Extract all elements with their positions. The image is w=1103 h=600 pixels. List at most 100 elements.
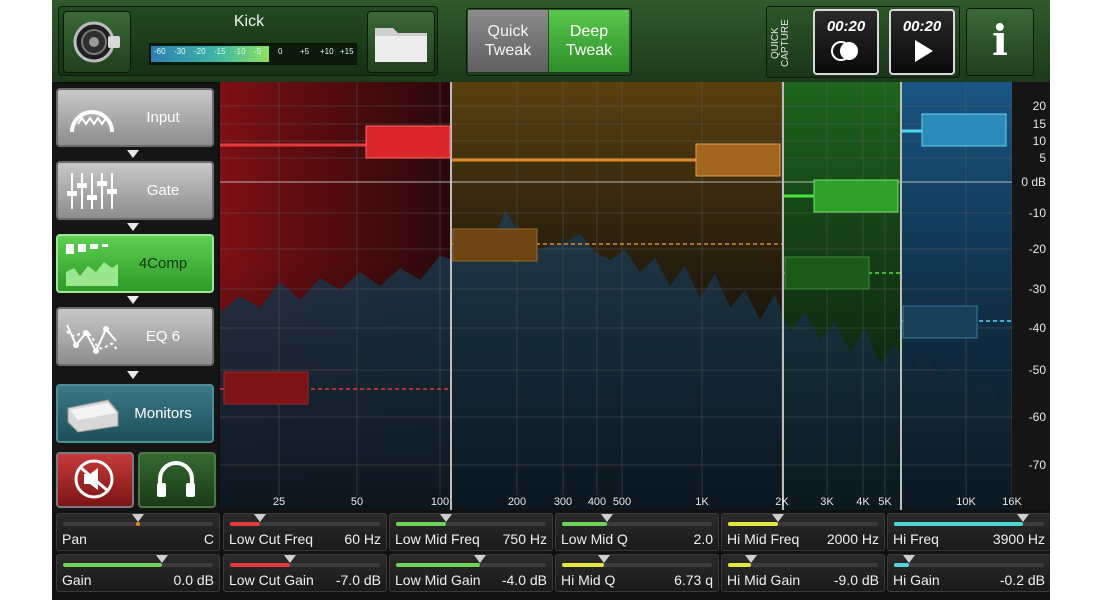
sidebar-item-input[interactable]: Input [56,88,214,147]
slider-thumb[interactable] [156,555,168,563]
gain-label: Gain [62,572,92,588]
hi-freq-label: Hi Freq [893,531,939,547]
slider-fill [63,563,162,567]
mute-button[interactable] [56,452,134,508]
pan-slider-track[interactable] [63,514,213,526]
gate-faders-icon [67,173,117,209]
db-tick-label: -70 [1029,458,1047,472]
hi-mid-q-slider-track[interactable] [562,555,712,567]
low-mid-q-control[interactable]: Low Mid Q 2.0 [555,513,719,551]
meter-scale-label: +15 [340,47,354,56]
slider-fill [562,563,604,567]
slider-thumb[interactable] [598,555,610,563]
slider-thumb[interactable] [132,514,144,522]
sidebar-item-label: EQ 6 [145,328,181,345]
hi-mid-q-value: 6.73 q [674,572,713,588]
hi-freq-handle[interactable] [921,113,1007,147]
eq-graph[interactable]: 20 15 10 5 0 dB -10 -20 -30 -40 -50 -60 -70 25 50 100… [220,82,1050,510]
hi-mid-freq-control[interactable]: Hi Mid Freq 2000 Hz [721,513,885,551]
chain-arrow-icon [127,296,139,304]
hi-mid-gain-control[interactable]: Hi Mid Gain -9.0 dB [721,554,885,592]
slider-thumb[interactable] [1017,514,1029,522]
low-mid-freq-value: 750 Hz [502,531,547,547]
hi-gain-control[interactable]: Hi Gain -0.2 dB [887,554,1050,592]
freq-tick-label: 300 [554,496,572,508]
gain-control[interactable]: Gain 0.0 dB [56,554,220,592]
meter-scale: -60 -30 -20 -15 -10 -5 0 +5 +10 +15 [150,47,356,61]
slider-thumb[interactable] [439,514,452,522]
freq-tick-label: 2K [775,496,789,508]
low-mid-freq-control[interactable]: Low Mid Freq 750 Hz [389,513,553,551]
slider-thumb[interactable] [744,555,757,563]
pan-label: Pan [62,531,87,547]
hi-freq-control[interactable]: Hi Freq 3900 Hz [887,513,1050,551]
low-mid-freq-slider-track[interactable] [396,514,546,526]
pan-control[interactable]: Pan C [56,513,220,551]
record-capture-icon [831,41,858,61]
quick-tweak-button[interactable]: Quick Tweak [468,10,548,72]
pan-value: C [203,531,214,547]
hi-mid-freq-value: 2000 Hz [826,531,879,547]
headphones-button[interactable] [138,452,216,508]
meter-scale-label: -10 [234,47,246,56]
sidebar-item-4comp[interactable]: 4Comp [56,234,214,293]
sidebar-item-label: Gate [146,182,180,199]
hi-mid-gain-value: -9.0 dB [833,572,879,588]
low-mid-q-handle[interactable] [452,228,538,262]
low-cut-freq-control[interactable]: Low Cut Freq 60 Hz [223,513,387,551]
input-level-meter: -60 -30 -20 -15 -10 -5 0 +5 +10 +15 [149,43,357,65]
hi-mid-gain-handle[interactable] [784,256,870,290]
hi-freq-slider-track[interactable] [894,514,1044,526]
sidebar-item-monitors[interactable]: Monitors [56,384,214,443]
low-mid-freq-handle[interactable] [695,143,781,177]
low-cut-gain-slider-track[interactable] [230,555,380,567]
channel-icon-button[interactable] [63,11,131,73]
freq-tick-label: 1K [695,496,709,508]
slider-thumb[interactable] [601,514,613,522]
preset-folder-button[interactable] [367,11,435,73]
gain-value: 0.0 dB [173,572,214,588]
quick-capture-panel: QUICK CAPTURE 00:20 00:20 [766,6,960,78]
capture-record-button[interactable]: 00:20 [813,9,879,75]
capture-play-button[interactable]: 00:20 [889,9,955,75]
slider-thumb[interactable] [474,555,486,563]
hi-gain-handle[interactable] [902,305,978,339]
sidebar-item-gate[interactable]: Gate [56,161,214,220]
deep-tweak-button[interactable]: Deep Tweak [549,10,629,72]
freq-tick-label: 5K [878,496,892,508]
low-cut-gain-control[interactable]: Low Cut Gain -7.0 dB [223,554,387,592]
parameter-controls: Pan C Gain 0.0 dB Low Cut Freq 60 Hz Low… [52,510,1050,600]
hi-mid-freq-handle[interactable] [813,179,899,213]
low-mid-freq-label: Low Mid Freq [395,531,480,547]
freq-tick-label: 10K [956,496,976,508]
sidebar-item-label: Input [146,109,180,126]
low-mid-gain-slider-track[interactable] [396,555,546,567]
slider-thumb[interactable] [903,555,915,563]
low-cut-gain-handle[interactable] [223,371,309,405]
hi-mid-gain-slider-track[interactable] [728,555,878,567]
hi-mid-freq-slider-track[interactable] [728,514,878,526]
db-tick-label: 20 [1033,99,1047,113]
low-mid-q-value: 2.0 [693,531,713,547]
low-mid-q-slider-track[interactable] [562,514,712,526]
microphone-icon [73,21,120,63]
hi-mid-q-control[interactable]: Hi Mid Q 6.73 q [555,554,719,592]
db-tick-label: 10 [1033,134,1047,148]
low-cut-freq-slider-track[interactable] [230,514,380,526]
freq-tick-label: 500 [613,496,631,508]
sidebar-item-eq6[interactable]: EQ 6 [56,307,214,366]
headphones-icon [157,461,195,497]
low-mid-gain-control[interactable]: Low Mid Gain -4.0 dB [389,554,553,592]
low-cut-freq-handle[interactable] [365,125,451,159]
info-button[interactable]: i [966,8,1034,76]
input-knob-icon [70,110,114,133]
slider-thumb[interactable] [771,514,784,522]
play-time: 00:20 [902,18,942,35]
hi-gain-slider-track[interactable] [894,555,1044,567]
slider-thumb[interactable] [284,555,296,563]
slider-thumb[interactable] [254,514,266,522]
meter-scale-label: +10 [320,47,334,56]
freq-tick-label: 4K [856,496,870,508]
gain-slider-track[interactable] [63,555,213,567]
hi-gain-label: Hi Gain [893,572,940,588]
